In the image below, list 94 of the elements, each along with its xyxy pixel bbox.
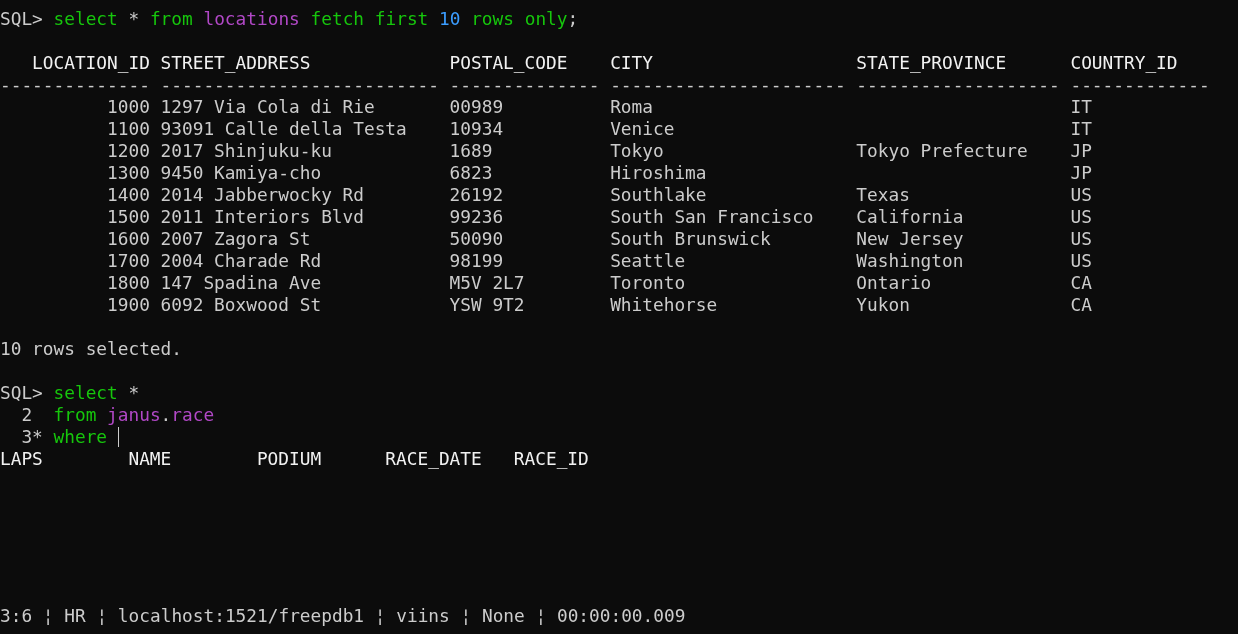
sql-command: select * from locations fetch first 10 rows only;	[53, 8, 579, 30]
table-cell-text: Yukon	[856, 294, 911, 316]
table-cell-text: 99236	[449, 206, 505, 228]
prompt: SQL>	[0, 8, 44, 30]
header-rule: -------------------	[856, 74, 1060, 96]
table-cell-text: 93091 Calle della Testa	[160, 118, 408, 140]
table-cell-text: Tokyo Prefecture	[856, 140, 1029, 162]
table-cell-text: Texas	[856, 184, 911, 206]
header-rule: -------------	[1070, 74, 1210, 96]
table-cell-text: 00989	[449, 96, 505, 118]
status-separator: ¦	[374, 605, 386, 626]
table-cell-text: 10934	[449, 118, 505, 140]
table-cell-text: IT	[1070, 118, 1093, 140]
table-cell-text: Tokyo	[610, 140, 665, 162]
table-cell-text: US	[1070, 206, 1093, 228]
table-cell-text: JP	[1070, 140, 1093, 162]
column-header: STREET_ADDRESS	[160, 52, 312, 74]
sql-command: select *	[53, 382, 140, 404]
table-cell-text: US	[1070, 228, 1093, 250]
table-cell-text: 2007 Zagora St	[160, 228, 312, 250]
result-summary: 10 rows selected.	[0, 338, 182, 360]
table-cell-text: 2014 Jabberwocky Rd	[160, 184, 365, 206]
table-cell-text: 1400	[106, 184, 150, 206]
header-rule: --------------------------	[160, 74, 439, 96]
table-cell-text: M5V 2L7	[449, 272, 526, 294]
table-cell-text: 1689	[449, 140, 494, 162]
table-cell-text: 1800	[106, 272, 150, 294]
completion-column: NAME	[128, 448, 172, 469]
status-item: HR	[64, 605, 86, 626]
status-item: viins	[396, 605, 450, 626]
table-cell-text: 50090	[449, 228, 505, 250]
column-header: POSTAL_CODE	[449, 52, 569, 74]
header-rule: --------------	[449, 74, 600, 96]
table-cell-text: South San Francisco	[610, 206, 815, 228]
table-cell-text: 2004 Charade Rd	[160, 250, 323, 272]
table-cell-text: 1600	[106, 228, 150, 250]
table-cell-text: JP	[1070, 162, 1093, 184]
status-separator: ¦	[96, 605, 108, 626]
status-separator: ¦	[42, 605, 54, 626]
table-cell-text: US	[1070, 250, 1093, 272]
status-item: None	[481, 605, 525, 626]
column-header: LOCATION_ID	[31, 52, 150, 74]
completion-column: RACE_ID	[513, 448, 589, 469]
table-cell-text: 1100	[106, 118, 150, 140]
table-cell-text: Southlake	[610, 184, 708, 206]
table-cell-text: YSW 9T2	[449, 294, 526, 316]
table-cell-text: CA	[1070, 272, 1093, 294]
table-cell-text: 1300	[106, 162, 150, 184]
status-item: localhost:1521/freepdb1	[117, 605, 365, 626]
table-cell-text: 1900	[106, 294, 150, 316]
sql-command: where	[53, 426, 108, 448]
column-header: STATE_PROVINCE	[856, 52, 1008, 74]
table-cell-text: 1200	[106, 140, 150, 162]
table-cell-text: Washington	[856, 250, 965, 272]
table-cell-text: CA	[1070, 294, 1093, 316]
table-cell-text: 1700	[106, 250, 150, 272]
table-cell-text: California	[856, 206, 965, 228]
completion-column: PODIUM	[256, 448, 322, 469]
column-header: CITY	[610, 52, 654, 74]
prompt: 2	[20, 404, 34, 426]
table-cell-text: Seattle	[610, 250, 687, 272]
table-cell-text: 6092 Boxwood St	[160, 294, 323, 316]
completion-column: RACE_DATE	[385, 448, 482, 469]
column-header: COUNTRY_ID	[1070, 52, 1179, 74]
status-item: 3:6	[0, 605, 33, 626]
status-separator: ¦	[535, 605, 547, 626]
table-cell-text: 6823	[449, 162, 494, 184]
table-cell-text: 1297 Via Cola di Rie	[160, 96, 376, 118]
sql-command: from janus.race	[53, 404, 215, 426]
table-cell-text: Hiroshima	[610, 162, 708, 184]
status-separator: ¦	[460, 605, 472, 626]
table-cell-text: South Brunswick	[610, 228, 772, 250]
table-cell-text: Roma	[610, 96, 654, 118]
table-cell-text: 1000	[106, 96, 150, 118]
prompt: 3*	[20, 426, 44, 448]
table-cell-text: Whitehorse	[610, 294, 719, 316]
table-cell-text: 98199	[449, 250, 505, 272]
table-cell-text: Toronto	[610, 272, 687, 294]
header-rule: ----------------------	[610, 74, 846, 96]
table-cell-text: Venice	[610, 118, 676, 140]
header-rule: --------------	[0, 74, 150, 96]
prompt: SQL>	[0, 382, 44, 404]
table-cell-text: IT	[1070, 96, 1093, 118]
table-cell-text: Ontario	[856, 272, 933, 294]
table-cell-text: 2011 Interiors Blvd	[160, 206, 365, 228]
status-item: 00:00:00.009	[556, 605, 686, 626]
completion-column: LAPS	[0, 448, 43, 469]
table-cell-text: 147 Spadina Ave	[160, 272, 323, 294]
table-cell-text: 26192	[449, 184, 505, 206]
table-cell-text: New Jersey	[856, 228, 965, 250]
table-cell-text: US	[1070, 184, 1093, 206]
table-cell-text: 2017 Shinjuku-ku	[160, 140, 333, 162]
table-cell-text: 9450 Kamiya-cho	[160, 162, 323, 184]
table-cell-text: 1500	[106, 206, 150, 228]
